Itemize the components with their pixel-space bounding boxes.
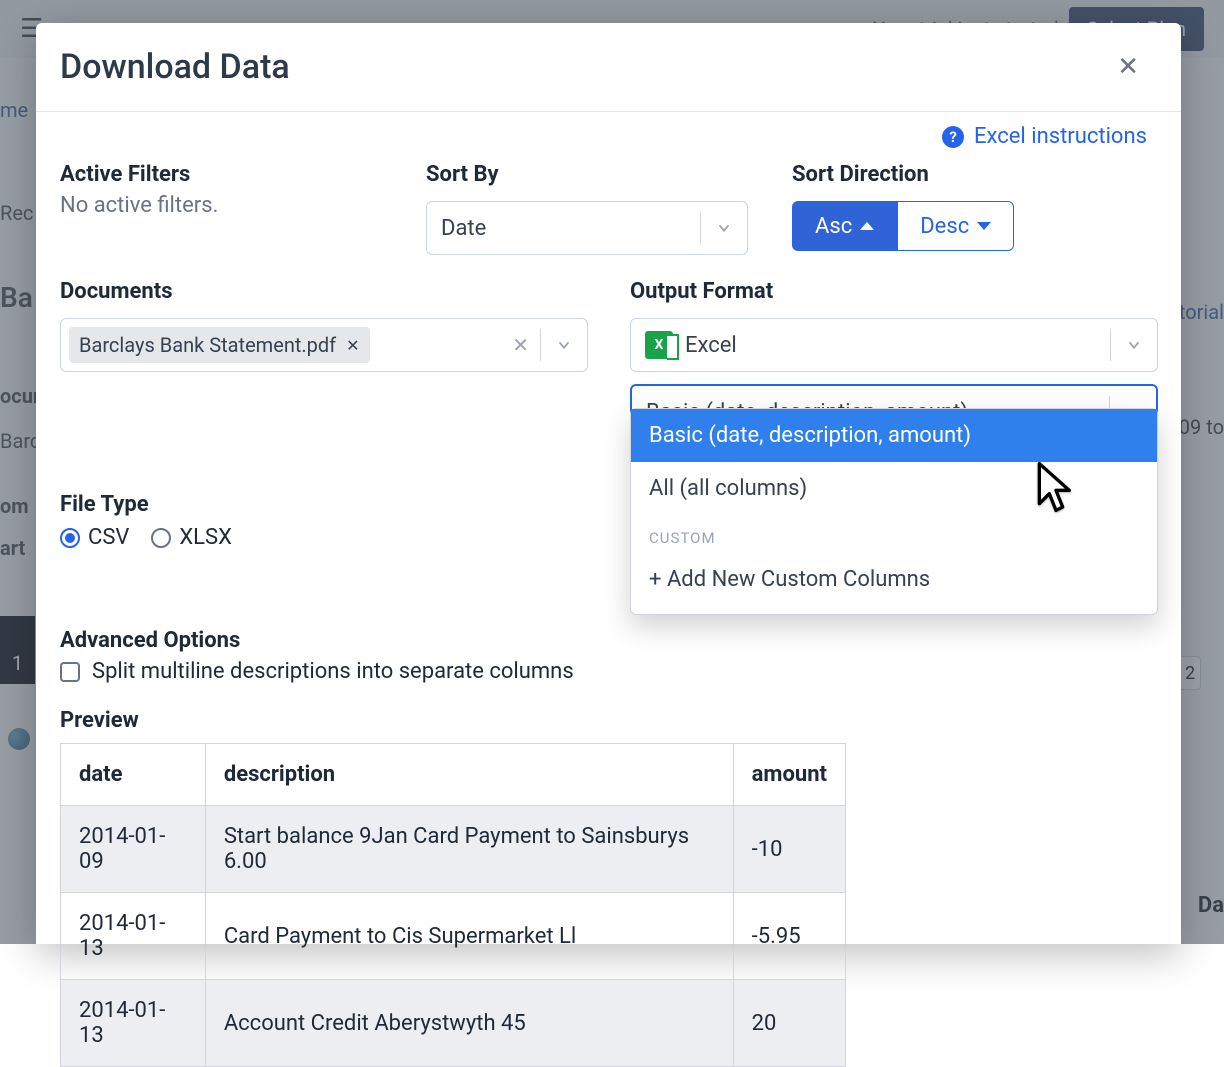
cell-description: Account Credit Aberystwyth 45: [205, 980, 733, 1067]
split-multiline-checkbox[interactable]: [60, 662, 80, 682]
dropdown-option-basic[interactable]: Basic (date, description, amount): [631, 409, 1157, 462]
sort-desc-label: Desc: [920, 214, 969, 239]
sort-by-value: Date: [441, 216, 486, 241]
chevron-down-icon: [1125, 336, 1143, 354]
dropdown-option-add-custom[interactable]: + Add New Custom Columns: [631, 553, 1157, 606]
preview-label: Preview: [60, 708, 1157, 733]
chip-remove-icon[interactable]: ✕: [346, 336, 359, 355]
cell-date: 2014-01-13: [61, 893, 206, 980]
document-chip: Barclays Bank Statement.pdf ✕: [69, 327, 370, 363]
sort-desc-button[interactable]: Desc: [897, 201, 1014, 251]
preview-header-description: description: [205, 744, 733, 806]
documents-select[interactable]: Barclays Bank Statement.pdf ✕ ✕: [60, 318, 588, 372]
excel-icon: [645, 331, 673, 359]
output-format-select[interactable]: Excel: [630, 318, 1158, 372]
chevron-down-icon: [715, 219, 733, 237]
active-filters-value: No active filters.: [60, 193, 426, 218]
advanced-options-label: Advanced Options: [60, 628, 1157, 653]
close-icon: ✕: [1117, 52, 1139, 82]
table-row: 2014-01-13 Card Payment to Cis Supermark…: [61, 893, 846, 980]
table-row: 2014-01-13 Account Credit Aberystwyth 45…: [61, 980, 846, 1067]
file-type-xlsx-label: XLSX: [179, 525, 232, 550]
caret-down-icon: [977, 222, 991, 230]
cell-amount: 20: [733, 980, 845, 1067]
clear-all-icon[interactable]: ✕: [512, 333, 529, 357]
cell-description: Start balance 9Jan Card Payment to Sains…: [205, 806, 733, 893]
active-filters-label: Active Filters: [60, 162, 426, 187]
cell-amount: -10: [733, 806, 845, 893]
table-row: 2014-01-09 Start balance 9Jan Card Payme…: [61, 806, 846, 893]
caret-up-icon: [860, 222, 874, 230]
dropdown-group-custom: Custom: [631, 515, 1157, 553]
cell-amount: -5.95: [733, 893, 845, 980]
dropdown-option-all[interactable]: All (all columns): [631, 462, 1157, 515]
output-format-label: Output Format: [630, 279, 1158, 304]
sort-by-label: Sort By: [426, 162, 792, 187]
close-button[interactable]: ✕: [1109, 48, 1147, 86]
sort-asc-button[interactable]: Asc: [792, 201, 897, 251]
excel-instructions-label: Excel instructions: [974, 124, 1147, 149]
chevron-down-icon: [555, 336, 573, 354]
preview-table: date description amount 2014-01-09 Start…: [60, 743, 846, 1067]
output-format-value: Excel: [685, 333, 737, 358]
document-chip-label: Barclays Bank Statement.pdf: [79, 333, 336, 357]
help-icon: ?: [942, 126, 964, 148]
split-multiline-label: Split multiline descriptions into separa…: [92, 659, 574, 684]
download-data-modal: Download Data ✕ ? Excel instructions Act…: [36, 23, 1181, 944]
documents-label: Documents: [60, 279, 630, 304]
radio-checked-icon: [60, 528, 80, 548]
excel-instructions-link[interactable]: ? Excel instructions: [942, 124, 1147, 149]
column-template-dropdown: Basic (date, description, amount) All (a…: [630, 408, 1158, 615]
preview-header-amount: amount: [733, 744, 845, 806]
cell-description: Card Payment to Cis Supermarket Ll: [205, 893, 733, 980]
file-type-csv-radio[interactable]: CSV: [60, 525, 129, 550]
file-type-csv-label: CSV: [88, 525, 129, 550]
cell-date: 2014-01-13: [61, 980, 206, 1067]
preview-header-date: date: [61, 744, 206, 806]
modal-title: Download Data: [60, 47, 290, 87]
sort-asc-label: Asc: [815, 214, 852, 239]
sort-direction-label: Sort Direction: [792, 162, 1157, 187]
radio-unchecked-icon: [151, 528, 171, 548]
cell-date: 2014-01-09: [61, 806, 206, 893]
file-type-xlsx-radio[interactable]: XLSX: [151, 525, 232, 550]
sort-by-select[interactable]: Date: [426, 201, 748, 255]
